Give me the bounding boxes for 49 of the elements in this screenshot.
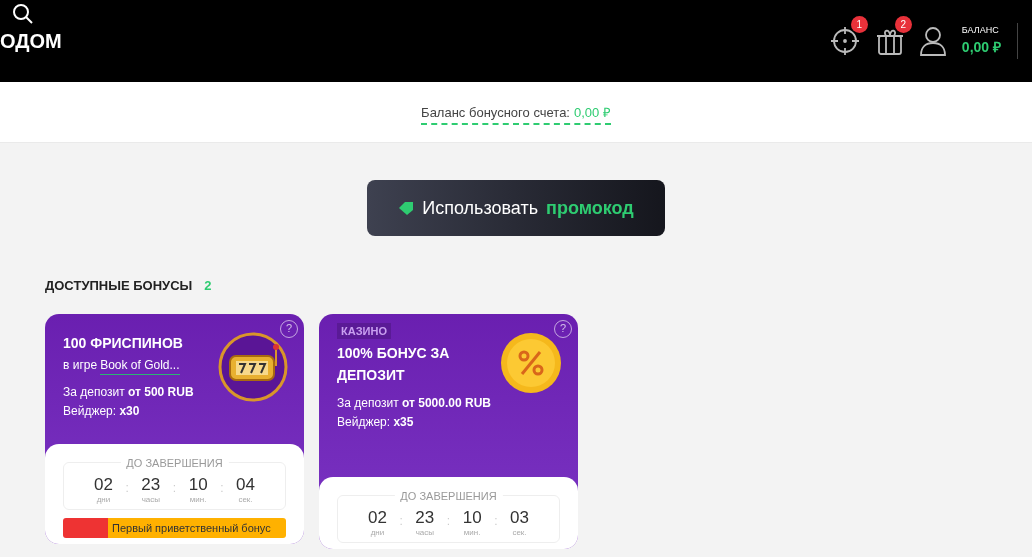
separator-icon: : (494, 511, 498, 530)
wager-text: Вейджер: x35 (337, 413, 415, 431)
wager-text: Вейджер: x30 (63, 402, 141, 420)
bonus-balance-value: 0,00 ₽ (573, 104, 611, 123)
logo-text[interactable]: ОДОМ (0, 29, 62, 53)
crosshair-icon (829, 26, 860, 56)
search-icon[interactable] (12, 3, 34, 25)
category-tag: КАЗИНО (337, 322, 391, 339)
balance-label: БАЛАНС (961, 23, 1000, 37)
section-title: ДОСТУПНЫЕ БОНУСЫ (45, 277, 193, 295)
promo-code-button[interactable]: Использовать промокод (367, 180, 665, 236)
countdown-unit: сек. (238, 494, 253, 505)
separator-icon: : (446, 511, 451, 530)
countdown-value: 23 (415, 507, 435, 528)
countdown-unit: мин. (189, 494, 207, 505)
countdown-value: 10 (462, 507, 482, 528)
welcome-ribbon: Первый приветственный бонус (108, 517, 286, 538)
countdown-unit: сек. (512, 527, 527, 538)
countdown-value: 10 (188, 474, 208, 495)
countdown-value: 02 (368, 507, 387, 528)
countdown-unit: дни (370, 527, 385, 538)
game-link[interactable]: Book of Gold... (100, 355, 180, 375)
tag-icon (398, 201, 415, 215)
balance-value: 0,00 ₽ (961, 38, 1001, 58)
countdown-unit: мин. (463, 527, 481, 538)
user-icon[interactable] (919, 26, 946, 56)
separator-icon: : (125, 478, 129, 497)
bonus-title: 100% БОНУС ЗА ДЕПОЗИТ (337, 343, 451, 385)
separator-icon: : (220, 478, 224, 497)
ribbon-tag (63, 517, 108, 538)
separator-icon: : (399, 511, 403, 530)
game-prefix: в игре (63, 356, 98, 374)
countdown-value: 04 (236, 474, 255, 495)
count-badge: 2 (894, 16, 912, 33)
countdown-unit: часы (415, 527, 434, 538)
countdown-unit: часы (141, 494, 160, 505)
countdown-value: 03 (510, 507, 529, 528)
slot-machine-icon (218, 331, 288, 402)
bonus-balance-label: Баланс бонусного счета: (421, 104, 570, 123)
deposit-condition: За депозит от 500 RUB (63, 383, 195, 401)
percent-coin-icon (500, 331, 562, 394)
countdown-unit: дни (96, 494, 111, 505)
count-badge: 1 (850, 16, 868, 33)
bonus-count: 2 (204, 277, 212, 295)
bonus-title: 100 ФРИСПИНОВ (63, 333, 184, 353)
countdown-value: 23 (141, 474, 161, 495)
separator-icon: : (172, 478, 177, 497)
deposit-condition: За депозит от 5000.00 RUB (337, 394, 492, 412)
countdown-value: 02 (94, 474, 113, 495)
